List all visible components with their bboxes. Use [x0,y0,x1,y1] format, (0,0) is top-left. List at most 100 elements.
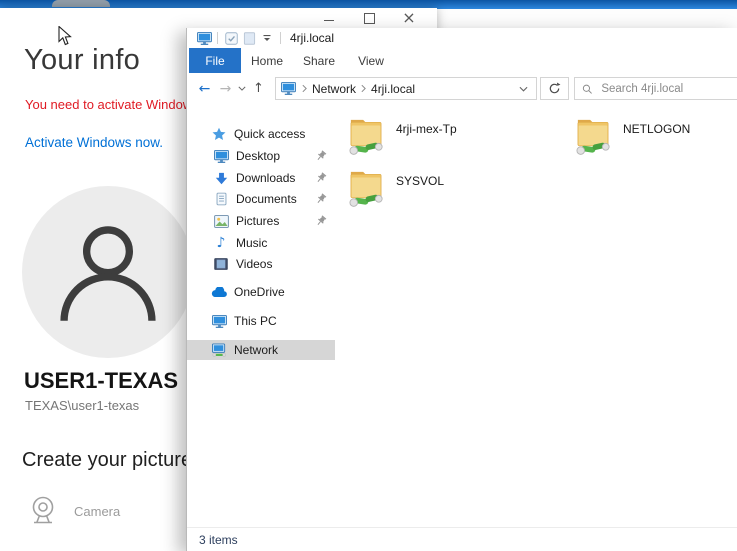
computer-icon [197,32,212,45]
tab-file[interactable]: File [189,48,241,73]
tab-home[interactable]: Home [241,48,293,73]
downloads-icon [213,171,229,186]
chevron-right-icon [302,84,307,93]
sidebar-item-label: Quick access [234,127,306,141]
minimize-button[interactable] [309,8,349,28]
search-icon [582,83,592,95]
separator [217,32,218,44]
camera-option[interactable]: Camera [26,495,120,527]
sidebar-item-label: Network [234,343,279,357]
sidebar-item-label: Desktop [236,149,281,163]
chevron-down-icon [238,86,246,91]
camera-label: Camera [74,504,121,519]
breadcrumb-network[interactable]: Network [312,82,356,96]
close-button[interactable]: × [389,8,429,28]
sidebar-item-desktop[interactable]: Desktop [187,146,335,166]
sidebar-item-music[interactable]: ♪ Music [187,233,335,253]
folder-name: SYSVOL [396,174,445,188]
folder-tile-4rji-mex-tp[interactable]: 4rji-mex-Tp [349,113,457,157]
new-folder-button[interactable] [240,29,258,47]
sidebar-item-documents[interactable]: Documents [187,189,335,209]
pin-icon[interactable] [315,172,327,184]
window-title: 4rji.local [290,31,335,45]
up-button[interactable]: ↑ [248,81,269,96]
refresh-button[interactable] [540,77,569,100]
system-menu-button[interactable] [195,29,213,47]
videos-icon [213,257,229,272]
sidebar-item-network[interactable]: Network [187,340,335,360]
user-domain-account: TEXAS\user1-texas [25,398,140,413]
pictures-icon [213,214,229,229]
pin-icon[interactable] [315,150,327,162]
status-bar: 3 items [187,527,737,551]
address-dropdown-icon[interactable] [519,86,528,92]
search-box[interactable] [574,77,737,100]
settings-window-controls: × [309,8,429,28]
explorer-window: 4rji.local File Home Share View ← → ↑ Ne… [186,28,737,551]
sidebar-item-this-pc[interactable]: This PC [187,311,335,331]
screen: × Your info You need to activate Windows… [0,0,737,551]
shared-folder-icon [576,113,610,157]
properties-button[interactable] [222,29,240,47]
music-icon: ♪ [216,235,226,251]
folder-name: 4rji-mex-Tp [396,122,457,136]
breadcrumb-domain[interactable]: 4rji.local [371,82,415,96]
address-bar-row: ← → ↑ Network 4rji.local [187,73,737,104]
sidebar-item-quick-access[interactable]: Quick access [187,124,335,144]
item-count: 3 items [199,532,238,547]
folder-name: NETLOGON [623,122,691,136]
chevron-right-icon [361,84,366,93]
shared-folder-icon [349,165,383,209]
close-icon: × [402,8,416,27]
avatar [22,186,194,358]
activate-windows-link[interactable]: Activate Windows now. [25,135,163,150]
background-tab-shape [52,0,110,7]
minimize-icon [324,20,334,21]
sidebar-item-label: Videos [236,257,273,271]
maximize-icon [363,12,375,24]
search-input[interactable] [599,81,736,96]
back-button[interactable]: ← [194,81,215,97]
maximize-button[interactable] [349,8,389,28]
separator [280,32,281,44]
forward-button[interactable]: → [215,81,236,97]
tab-share[interactable]: Share [293,48,345,73]
quick-access-toolbar: 4rji.local [187,28,737,48]
page-title: Your info [24,44,141,76]
sidebar-item-downloads[interactable]: Downloads [187,168,335,188]
activation-warning-text: You need to activate Windows [25,97,199,112]
user-display-name: USER1-TEXAS [24,368,179,393]
sidebar-item-pictures[interactable]: Pictures [187,211,335,231]
camera-icon [26,495,60,527]
sidebar-item-label: Downloads [236,171,296,185]
documents-icon [213,192,229,207]
pin-icon[interactable] [315,193,327,205]
person-icon [47,211,169,333]
sidebar-item-onedrive[interactable]: OneDrive [187,282,335,302]
network-icon [211,343,227,358]
tab-view[interactable]: View [345,48,397,73]
shared-folder-icon [349,113,383,157]
checkbox-icon [225,32,238,45]
ribbon-tabs: File Home Share View [187,48,737,74]
star-icon [211,127,227,142]
refresh-icon [548,82,561,95]
sidebar-item-videos[interactable]: Videos [187,254,335,274]
computer-icon [281,82,296,95]
pin-icon[interactable] [315,215,327,227]
sidebar-item-label: OneDrive [234,285,285,299]
recent-locations-button[interactable] [236,86,248,91]
this-pc-icon [211,314,227,329]
onedrive-cloud-icon [211,285,227,300]
sidebar-item-label: This PC [234,314,277,328]
desktop-icon [213,149,229,164]
sidebar-item-label: Pictures [236,214,280,228]
sidebar-item-label: Documents [236,192,297,206]
folder-tile-netlogon[interactable]: NETLOGON [576,113,690,157]
address-bar[interactable]: Network 4rji.local [275,77,537,100]
toolbar-dropdown-icon [262,33,272,43]
customize-toolbar-button[interactable] [258,29,276,47]
create-picture-heading: Create your picture [22,449,193,471]
folder-tile-sysvol[interactable]: SYSVOL [349,165,444,209]
sidebar-item-label: Music [236,236,268,250]
